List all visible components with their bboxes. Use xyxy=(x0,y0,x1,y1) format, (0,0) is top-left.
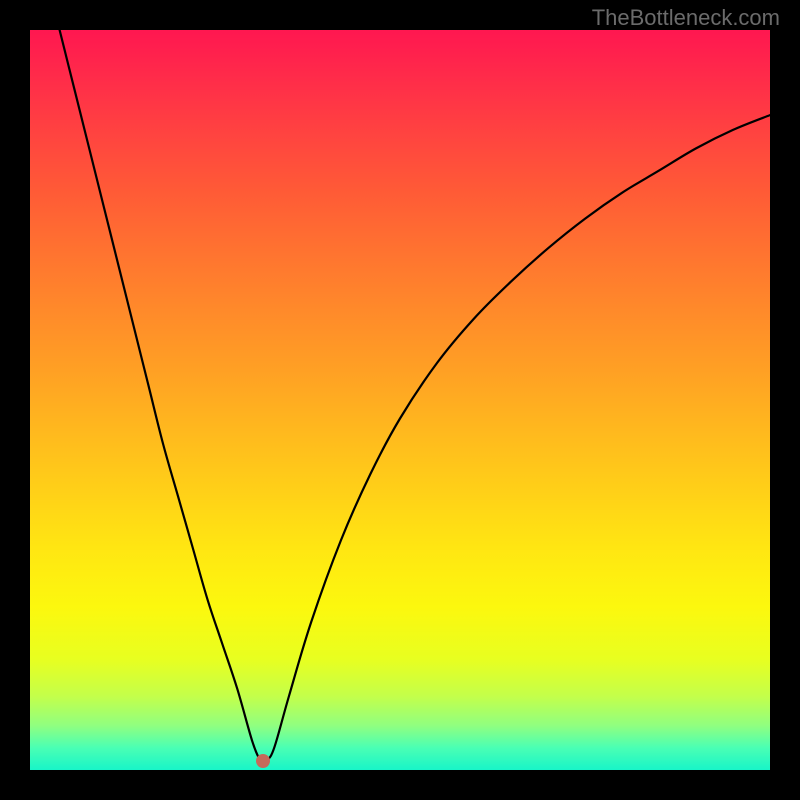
bottleneck-curve xyxy=(60,30,770,762)
curve-svg xyxy=(30,30,770,770)
chart-container: TheBottleneck.com xyxy=(0,0,800,800)
minimum-marker xyxy=(256,754,270,768)
plot-area xyxy=(30,30,770,770)
watermark-text: TheBottleneck.com xyxy=(592,5,780,31)
